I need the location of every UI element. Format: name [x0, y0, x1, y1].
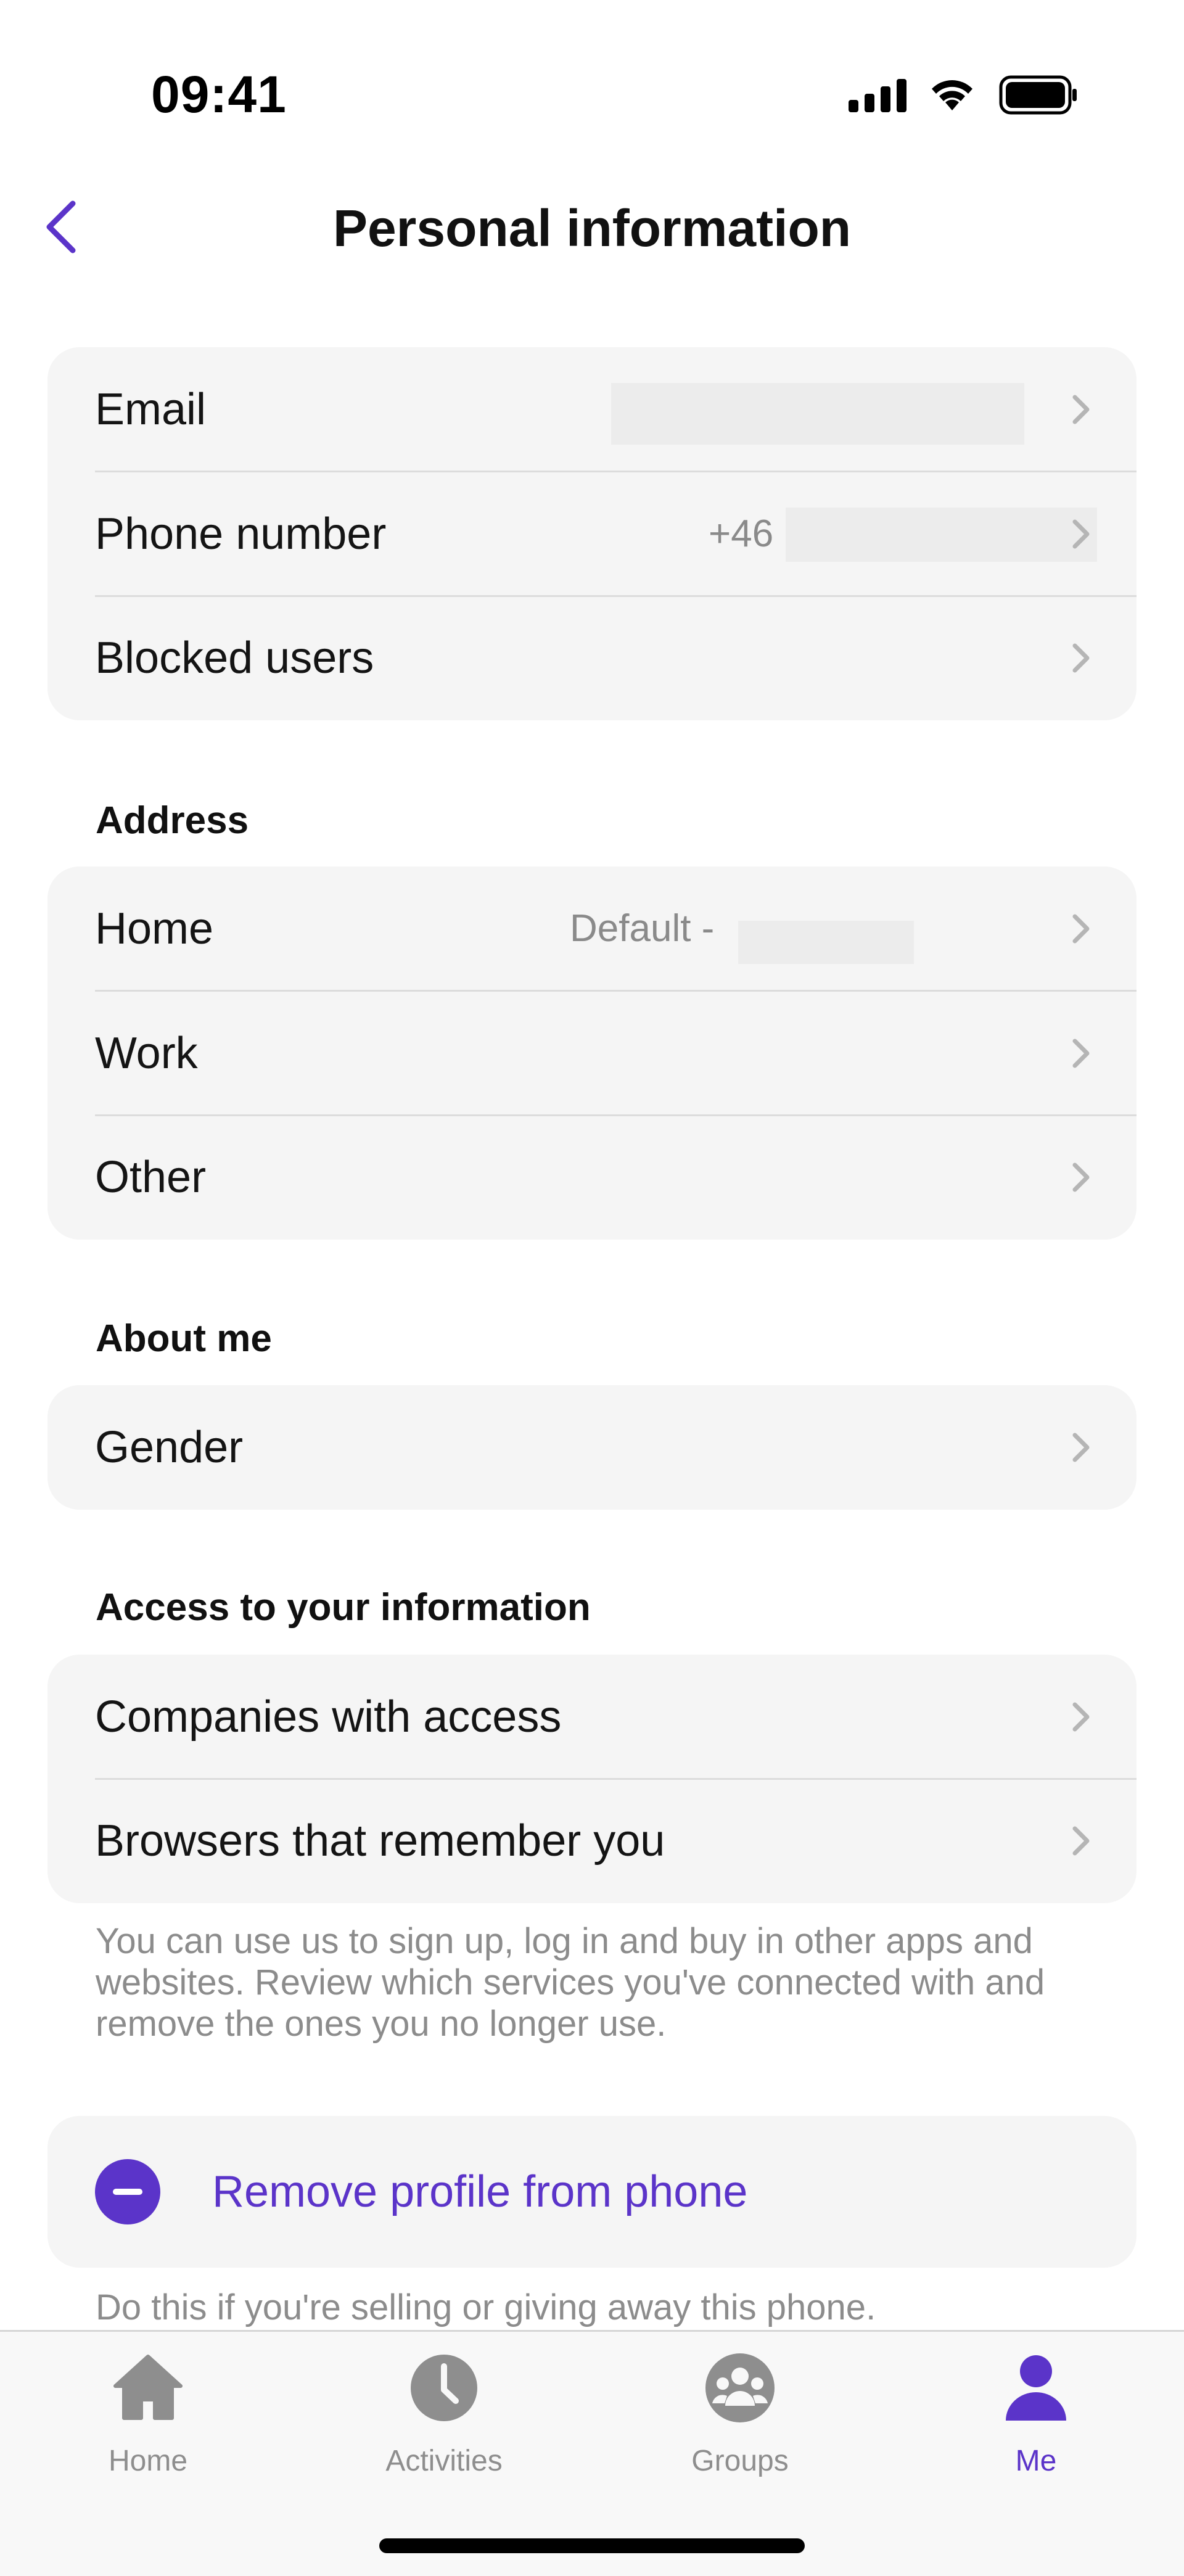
- access-card: Companies with access Browsers that reme…: [47, 1655, 1137, 1903]
- wifi-icon: [932, 80, 972, 110]
- account-card: Email Phone number +46 Blocked users: [47, 347, 1137, 720]
- work-address-row[interactable]: Work: [47, 991, 1137, 1116]
- page-title: Personal information: [332, 199, 852, 257]
- about-me-section-title: About me: [96, 1317, 272, 1360]
- tab-groups[interactable]: Groups: [592, 2332, 888, 2517]
- chevron-right-icon: [1072, 519, 1090, 549]
- chevron-right-icon: [1072, 643, 1090, 673]
- home-indicator: [379, 2538, 805, 2553]
- person-icon: [1006, 2355, 1066, 2421]
- cellular-signal-icon: [849, 79, 906, 112]
- address-card: Home Default - Work Other: [47, 866, 1137, 1240]
- phone-number-row[interactable]: Phone number +46: [47, 472, 1137, 596]
- remove-profile-button[interactable]: Remove profile from phone: [47, 2116, 1137, 2268]
- chevron-right-icon: [1072, 1702, 1090, 1732]
- companies-with-access-row[interactable]: Companies with access: [47, 1655, 1137, 1779]
- chevron-right-icon: [1072, 914, 1090, 944]
- browsers-label: Browsers that remember you: [95, 1816, 665, 1866]
- phone-number-value: +46: [709, 512, 774, 555]
- gender-row[interactable]: Gender: [47, 1385, 1137, 1510]
- other-address-row[interactable]: Other: [47, 1115, 1137, 1240]
- chevron-right-icon: [1072, 1433, 1090, 1462]
- home-address-value: Default -: [570, 907, 715, 950]
- tab-groups-label: Groups: [691, 2445, 789, 2477]
- tab-me[interactable]: Me: [888, 2332, 1184, 2517]
- blocked-users-label: Blocked users: [95, 633, 374, 683]
- browsers-row[interactable]: Browsers that remember you: [47, 1779, 1137, 1903]
- address-section-title: Address: [96, 799, 249, 842]
- status-time: 09:41: [151, 65, 287, 123]
- home-address-redacted: [738, 921, 914, 964]
- phone-number-redacted: [786, 508, 1097, 562]
- chevron-right-icon: [1072, 1039, 1090, 1068]
- email-label: Email: [95, 385, 207, 434]
- tab-home[interactable]: Home: [0, 2332, 296, 2517]
- work-address-label: Work: [95, 1029, 198, 1078]
- tab-activities[interactable]: Activities: [296, 2332, 592, 2517]
- about-me-card: Gender: [47, 1385, 1137, 1510]
- remove-profile-label: Remove profile from phone: [212, 2167, 748, 2216]
- battery-icon: [999, 75, 1077, 115]
- chevron-right-icon: [1072, 395, 1090, 424]
- chevron-right-icon: [1072, 1826, 1090, 1856]
- companies-with-access-label: Companies with access: [95, 1692, 562, 1742]
- tab-home-label: Home: [108, 2445, 188, 2477]
- clock-icon: [411, 2355, 477, 2421]
- chevron-right-icon: [1072, 1162, 1090, 1192]
- tab-me-label: Me: [1015, 2445, 1057, 2477]
- access-section-title: Access to your information: [96, 1586, 591, 1629]
- group-icon: [705, 2353, 775, 2422]
- gender-label: Gender: [95, 1423, 244, 1472]
- home-address-row[interactable]: Home Default -: [47, 866, 1137, 991]
- email-row[interactable]: Email: [47, 347, 1137, 472]
- minus-circle-icon: [95, 2159, 160, 2224]
- remove-profile-footnote: Do this if you're selling or giving away…: [96, 2287, 876, 2327]
- blocked-users-row[interactable]: Blocked users: [47, 596, 1137, 720]
- access-footnote: You can use us to sign up, log in and bu…: [96, 1921, 1045, 2044]
- home-address-label: Home: [95, 904, 214, 953]
- tab-activities-label: Activities: [385, 2445, 503, 2477]
- other-address-label: Other: [95, 1153, 207, 1202]
- email-redacted: [611, 383, 1024, 445]
- phone-number-label: Phone number: [95, 509, 387, 559]
- house-icon: [113, 2355, 183, 2420]
